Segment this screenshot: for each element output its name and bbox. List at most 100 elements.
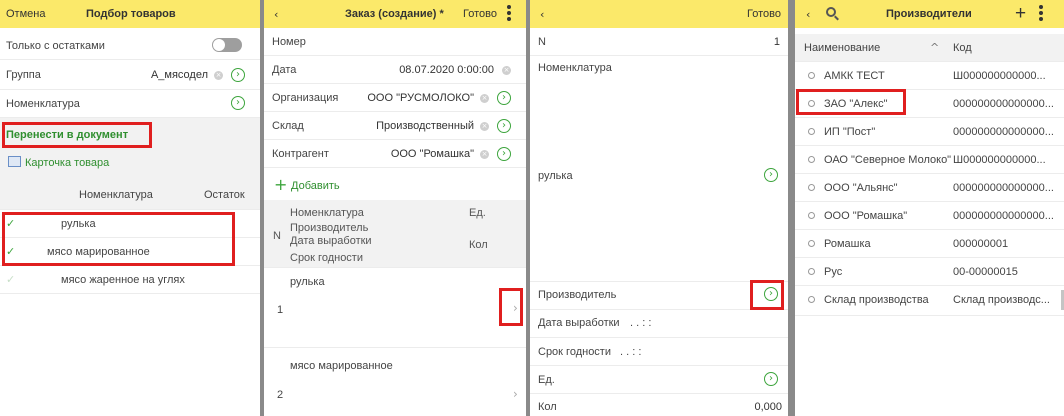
producer-name: ОАО "Северное Молоко" <box>824 154 952 166</box>
warehouse-label: Склад <box>272 120 304 132</box>
number-row[interactable]: Номер <box>264 28 526 56</box>
back-icon[interactable]: ‹ <box>274 8 278 21</box>
radio-icon[interactable] <box>808 268 815 275</box>
qty-label: Кол <box>538 401 557 413</box>
organization-row[interactable]: Организация ООО "РУСМОЛОКО" × › <box>264 84 526 112</box>
only-remaining-toggle[interactable] <box>212 38 242 52</box>
table-header: N Номенклатура Производитель Дата вырабо… <box>264 200 526 268</box>
back-icon[interactable]: ‹ <box>540 8 544 21</box>
date-row[interactable]: Дата 08.07.2020 0:00:00 × <box>264 56 526 84</box>
radio-icon[interactable] <box>808 240 815 247</box>
table-row[interactable]: ✓ рулька <box>0 210 260 238</box>
table-row[interactable]: рулька 1 › <box>264 268 526 348</box>
page-title: Заказ (создание) * <box>345 8 444 20</box>
date-value: 08.07.2020 0:00:00 <box>399 64 494 76</box>
item-name: мясо марированное <box>47 246 150 258</box>
done-button[interactable]: Готово <box>463 8 497 20</box>
clear-icon[interactable]: × <box>214 71 223 80</box>
producer-code: Ш000000000000... <box>953 70 1046 82</box>
clear-icon[interactable]: × <box>480 94 489 103</box>
done-button[interactable]: Готово <box>747 8 781 20</box>
open-icon[interactable]: › <box>764 168 778 182</box>
warehouse-row[interactable]: Склад Производственный × › <box>264 112 526 140</box>
col-production-date: Дата выработки <box>290 235 372 247</box>
back-icon[interactable]: ‹ <box>806 8 810 21</box>
contractor-row[interactable]: Контрагент ООО "Ромашка" × › <box>264 140 526 168</box>
producer-row[interactable]: Производитель › <box>530 282 788 310</box>
product-card-button[interactable]: Карточка товара <box>25 157 109 169</box>
nomenclature-label: Номенклатура <box>6 98 80 110</box>
producer-name: ООО "Альянс" <box>824 182 898 194</box>
plus-icon[interactable]: + <box>274 175 287 194</box>
group-value: А_мясодел <box>150 69 208 81</box>
radio-icon[interactable] <box>808 212 815 219</box>
open-icon[interactable]: › <box>231 96 245 110</box>
list-item[interactable]: ИП "Пост" 000000000000000... <box>795 118 1064 146</box>
header: ‹ Производители + <box>795 0 1064 28</box>
radio-icon[interactable] <box>808 184 815 191</box>
open-icon[interactable]: › <box>764 372 778 386</box>
n-row: N 1 <box>530 28 788 56</box>
chevron-up-icon[interactable]: ^ <box>930 41 939 54</box>
more-icon[interactable] <box>507 5 511 23</box>
open-icon[interactable]: › <box>231 68 245 82</box>
add-button[interactable]: Добавить <box>291 180 340 192</box>
header: Отмена Подбор товаров <box>0 0 260 28</box>
list-item[interactable]: Рус 00-00000015 <box>795 258 1064 286</box>
clear-icon[interactable]: × <box>502 66 511 75</box>
open-icon[interactable]: › <box>764 287 778 301</box>
open-icon[interactable]: › <box>497 119 511 133</box>
production-date-row[interactable]: Дата выработки . . : : <box>530 310 788 338</box>
qty-row[interactable]: Кол 0,000 <box>530 394 788 416</box>
nomenclature-value: рулька <box>538 170 573 182</box>
col-n: N <box>273 230 281 242</box>
group-label: Группа <box>6 69 41 81</box>
list-item[interactable]: ООО "Альянс" 000000000000000... <box>795 174 1064 202</box>
chevron-right-icon[interactable]: › <box>513 387 518 401</box>
nomenclature-row[interactable]: Номенклатура рулька › <box>530 56 788 282</box>
producers-panel: ‹ Производители + Наименование ^ Код АМК… <box>795 0 1064 416</box>
producer-code: 000000000000000... <box>953 126 1054 138</box>
chevron-right-icon[interactable]: › <box>513 301 518 315</box>
header: ‹ Заказ (создание) * Готово <box>264 0 526 28</box>
more-icon[interactable] <box>1039 5 1043 23</box>
list-item[interactable]: ООО "Ромашка" 000000000000000... <box>795 202 1064 230</box>
list-item[interactable]: АМКК ТЕСТ Ш000000000000... <box>795 62 1064 90</box>
contractor-label: Контрагент <box>272 148 329 160</box>
radio-icon[interactable] <box>808 72 815 79</box>
n-label: N <box>538 36 546 48</box>
col-name: Наименование <box>804 42 881 54</box>
table-row[interactable]: ✓ мясо жаренное на углях <box>0 266 260 294</box>
only-remaining-row: Только с остатками <box>0 32 260 60</box>
list-item[interactable]: ОАО "Северное Молоко" Ш000000000000... <box>795 146 1064 174</box>
organization-label: Организация <box>272 92 339 104</box>
group-row[interactable]: Группа А_мясодел × › <box>0 60 260 90</box>
checkmark-icon[interactable]: ✓ <box>6 273 15 286</box>
transfer-to-document-button[interactable]: Перенести в документ <box>6 129 128 141</box>
radio-icon[interactable] <box>808 128 815 135</box>
open-icon[interactable]: › <box>497 147 511 161</box>
unit-row[interactable]: Ед. › <box>530 366 788 394</box>
radio-icon[interactable] <box>808 156 815 163</box>
add-button[interactable]: + <box>1015 3 1026 25</box>
list-item[interactable]: ЗАО "Алекс" 000000000000000... <box>795 90 1064 118</box>
nomenclature-row[interactable]: Номенклатура › <box>0 90 260 118</box>
shelf-life-row[interactable]: Срок годности . . : : <box>530 338 788 366</box>
checkmark-icon[interactable]: ✓ <box>6 245 15 258</box>
radio-icon[interactable] <box>808 296 815 303</box>
producer-label: Производитель <box>538 289 617 301</box>
list-item[interactable]: Ромашка 000000001 <box>795 230 1064 258</box>
open-icon[interactable]: › <box>497 91 511 105</box>
item-name: мясо жаренное на углях <box>61 274 185 286</box>
clear-icon[interactable]: × <box>480 150 489 159</box>
warehouse-value: Производственный <box>376 120 474 132</box>
clear-icon[interactable]: × <box>480 122 489 131</box>
radio-icon[interactable] <box>808 100 815 107</box>
checkmark-icon[interactable]: ✓ <box>6 217 15 230</box>
table-row[interactable]: мясо марированное 2 › <box>264 348 526 416</box>
line-details-panel: ‹ Готово N 1 Номенклатура рулька › Произ… <box>530 0 788 416</box>
cancel-button[interactable]: Отмена <box>6 8 45 20</box>
list-item[interactable]: Склад производства Склад производс... <box>795 286 1064 316</box>
search-icon-handle <box>834 15 839 21</box>
table-row[interactable]: ✓ мясо марированное <box>0 238 260 266</box>
